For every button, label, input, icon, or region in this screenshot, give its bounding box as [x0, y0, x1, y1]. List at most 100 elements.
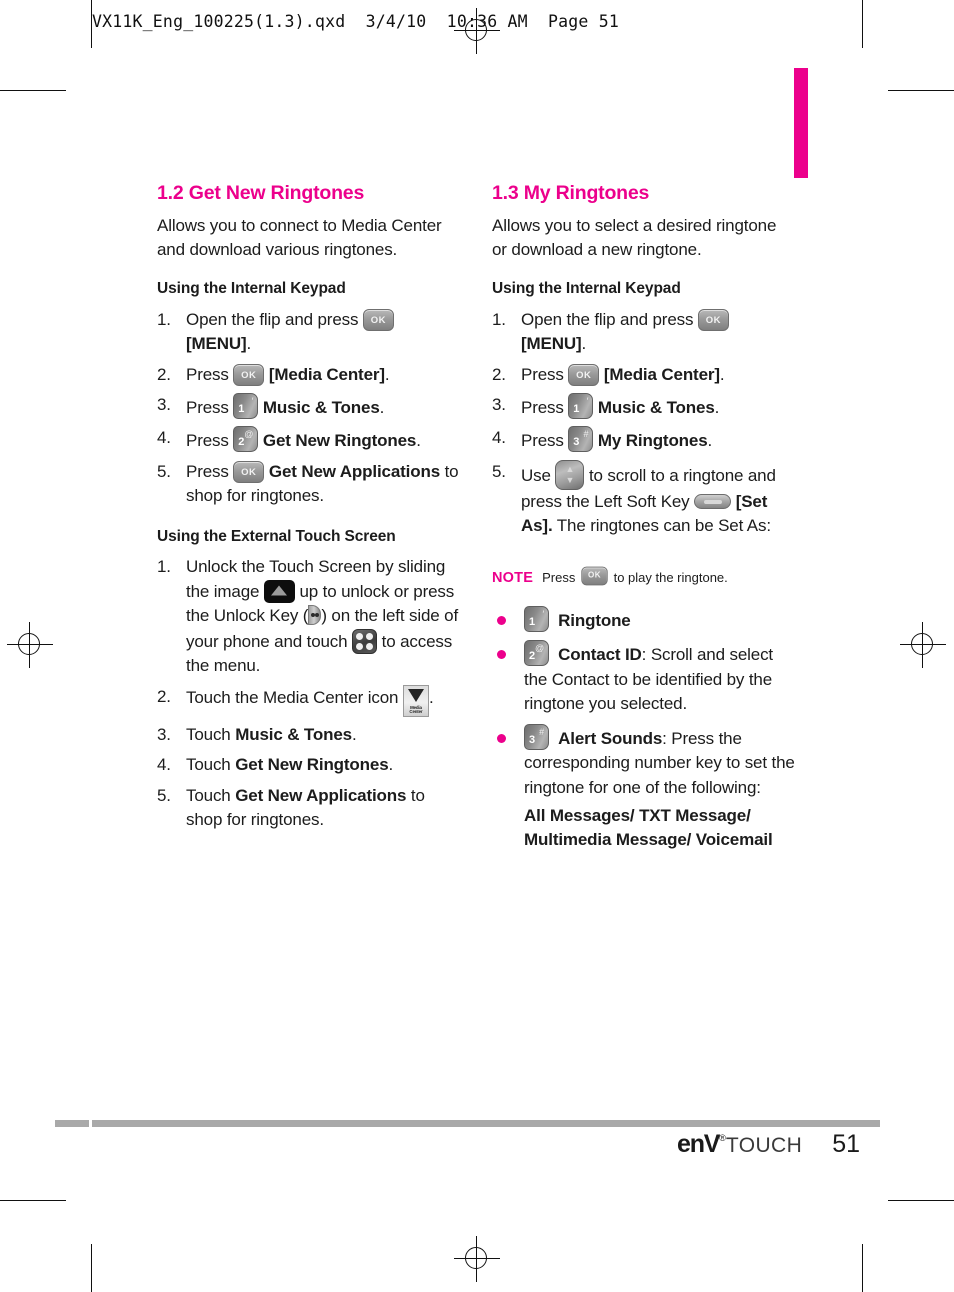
step-item: 2. Touch the Media Center icon Media Cent… — [157, 684, 460, 717]
step-tail: . — [707, 431, 713, 451]
step-bold: Music & Tones — [597, 397, 715, 417]
list-item-bold: Alert Sounds — [558, 728, 663, 748]
step-tail: . — [719, 364, 725, 384]
step-item: 5. Press OK Get New Applications to shop… — [157, 460, 460, 509]
subheading-internal-keypad-right: Using the Internal Keypad — [492, 279, 681, 297]
number-key-3-icon: 3 # — [524, 723, 549, 750]
number-key-2-icon: 2 @ — [233, 426, 259, 453]
step-tail: . — [714, 397, 720, 417]
step-text: Press — [521, 431, 564, 451]
step-text: Press — [521, 364, 564, 384]
step-tail: The ringtones can be Set As: — [552, 516, 771, 536]
step-item: 5. Touch Get New Applications to shop fo… — [157, 784, 460, 833]
registration-mark-bottom — [454, 1236, 500, 1282]
trim-line-left-bottom — [0, 1200, 66, 1201]
ok-key-icon: OK — [233, 363, 265, 386]
step-bold: Get New Applications — [235, 785, 407, 805]
step-item: 4. Press 3 # My Ringtones. — [492, 426, 795, 453]
footer-rule-right — [92, 1120, 880, 1127]
page-number: 51 — [832, 1130, 860, 1158]
menu-grid-icon — [352, 628, 378, 654]
step-tail: . — [351, 724, 357, 744]
number-key-1-icon: 1 ′ — [524, 605, 549, 632]
print-slug-line: VX11K_Eng_100225(1.3).qxd 3/4/10 10:36 A… — [92, 11, 619, 31]
bullet-dot-icon — [497, 733, 506, 743]
step-text: Press — [186, 364, 229, 384]
trim-line-right-bottom — [888, 1200, 954, 1201]
step-number: 1. — [492, 309, 506, 329]
step-number: 2. — [492, 364, 506, 384]
step-number: 5. — [157, 461, 171, 481]
step-number: 5. — [157, 785, 171, 805]
left-column: 1.2 Get New Ringtones Allows you to conn… — [157, 182, 460, 839]
registration-mark-left — [7, 622, 53, 668]
step-number: 2. — [157, 686, 171, 706]
env-touch-logo: enV ® TOUCH — [677, 1130, 802, 1159]
step-item: 3. Press 1 ′ Music & Tones. — [157, 392, 460, 420]
subheading-external-touch-screen: Using the External Touch Screen — [157, 527, 396, 545]
step-item: 1. Unlock the Touch Screen by sliding th… — [157, 555, 460, 678]
left-soft-key-icon — [694, 493, 732, 509]
step-number: 3. — [492, 394, 506, 414]
step-item: 4. Press 2 @ Get New Ringtones. — [157, 426, 460, 453]
logo-touch-text: TOUCH — [725, 1134, 803, 1157]
ok-key-icon: OK — [581, 566, 608, 586]
step-text: Touch — [186, 785, 231, 805]
set-as-options-list: 1 ′ Ringtone 2 @ Contact ID: Scroll and se… — [492, 605, 795, 853]
step-item: 4. Touch Get New Ringtones. — [157, 753, 460, 777]
external-touch-steps: 1. Unlock the Touch Screen by sliding th… — [157, 555, 460, 832]
ok-key-icon: OK — [568, 363, 600, 386]
page-footer: enV ® TOUCH 51 — [560, 1130, 860, 1166]
ok-key-icon: OK — [697, 308, 729, 331]
ok-key-icon: OK — [362, 308, 394, 331]
logo-env-text: enV — [677, 1130, 720, 1158]
note-text: Press OK to play the ringtone. — [542, 565, 728, 587]
step-number: 1. — [157, 309, 171, 329]
scroll-key-icon: ▲ ▼ — [555, 459, 585, 490]
number-key-1-icon: 1 ′ — [568, 392, 594, 419]
step-tail: . — [384, 364, 390, 384]
step-number: 4. — [492, 428, 506, 448]
right-column: 1.3 My Ringtones Allows you to select a … — [492, 182, 795, 860]
list-item-bold: Ringtone — [558, 610, 631, 630]
manual-page: VX11K_Eng_100225(1.3).qxd 3/4/10 10:36 A… — [0, 0, 954, 1292]
step-bold: Get New Ringtones — [262, 431, 417, 451]
trim-line-bottom-right — [862, 1244, 863, 1292]
section-intro-right: Allows you to select a desired ringtone … — [492, 216, 777, 259]
trim-line-bottom-left — [91, 1244, 92, 1292]
step-text: Open the flip and press — [521, 309, 694, 329]
trim-line-top-right — [862, 0, 863, 48]
step-tail: . — [388, 755, 394, 775]
step-number: 1. — [157, 557, 171, 577]
step-item: 3. Touch Music & Tones. — [157, 723, 460, 747]
number-key-1-icon: 1 ′ — [233, 392, 259, 419]
step-item: 1. Open the flip and press OK [MENU]. — [157, 308, 460, 357]
slide-unlock-arrow-icon — [263, 579, 295, 603]
step-bold: [MENU] — [521, 334, 582, 354]
step-tail: . — [581, 334, 587, 354]
step-text: Press — [186, 461, 229, 481]
section-intro-left: Allows you to connect to Media Center an… — [157, 216, 442, 259]
step-tail: . — [416, 431, 421, 451]
step-item: 5. Use ▲ ▼ to scroll to a ringtone and pr… — [492, 459, 795, 539]
trim-line-left-top — [0, 90, 66, 91]
step-bold: [Media Center] — [603, 364, 720, 384]
note-callout: NOTE Press OK to play the ringtone. — [492, 565, 795, 588]
step-tail: . — [379, 397, 385, 417]
step-number: 3. — [157, 724, 171, 744]
step-bold: [Media Center] — [268, 364, 385, 384]
list-item: 3 # Alert Sounds: Press the corresponding… — [492, 723, 795, 853]
note-label: NOTE — [492, 569, 534, 586]
step-bold: My Ringtones — [597, 431, 708, 451]
step-text: Press — [521, 397, 564, 417]
list-item: 1 ′ Ringtone — [492, 605, 795, 633]
bullet-dot-icon — [497, 650, 506, 660]
step-item: 2. Press OK [Media Center]. — [492, 363, 795, 387]
ok-key-icon: OK — [233, 460, 265, 483]
number-key-2-icon: 2 @ — [524, 640, 549, 667]
step-text: Open the flip and press — [186, 309, 359, 329]
step-bold: [MENU] — [186, 334, 247, 354]
unlock-key-icon — [308, 605, 322, 626]
step-tail: . — [428, 687, 434, 707]
step-text: Touch the Media Center icon — [186, 687, 399, 707]
